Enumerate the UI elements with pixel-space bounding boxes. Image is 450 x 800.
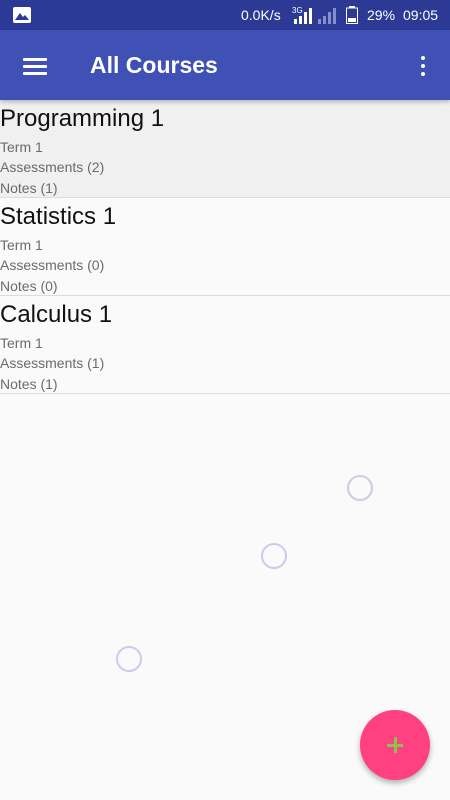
status-bar: 0.0K/s 3G 29% 09:05: [0, 0, 450, 30]
network-type: 3G: [292, 6, 303, 15]
course-list: Programming 1 Term 1 Assessments (2) Not…: [0, 100, 450, 394]
page-title: All Courses: [90, 52, 218, 78]
course-term: Term 1: [0, 335, 43, 351]
course-item[interactable]: Statistics 1 Term 1 Assessments (0) Note…: [0, 198, 450, 296]
course-notes: Notes (0): [0, 278, 58, 294]
course-notes: Notes (1): [0, 376, 58, 392]
battery-icon: [346, 6, 358, 24]
course-term: Term 1: [0, 237, 43, 253]
course-assessments: Assessments (2): [0, 159, 105, 175]
add-course-button[interactable]: [360, 710, 430, 780]
network-speed: 0.0K/s: [241, 7, 281, 23]
touch-indicator: [116, 646, 142, 672]
course-item[interactable]: Programming 1 Term 1 Assessments (2) Not…: [0, 100, 450, 198]
course-notes: Notes (1): [0, 180, 58, 196]
clock: 09:05: [403, 7, 439, 23]
touch-indicator: [347, 475, 373, 501]
course-name: Calculus 1: [0, 301, 113, 328]
course-item[interactable]: Calculus 1 Term 1 Assessments (1) Notes …: [0, 296, 450, 394]
hamburger-menu-icon[interactable]: [15, 46, 55, 86]
course-term: Term 1: [0, 139, 43, 155]
course-name: Statistics 1: [0, 203, 117, 230]
course-assessments: Assessments (1): [0, 355, 105, 371]
course-assessments: Assessments (0): [0, 257, 105, 273]
battery-percent: 29%: [367, 7, 396, 23]
gallery-icon: [13, 7, 31, 23]
app-bar: All Courses: [0, 30, 450, 100]
signal-icon: 3G: [292, 6, 336, 24]
course-name: Programming 1: [0, 105, 165, 132]
overflow-menu-icon[interactable]: [408, 46, 438, 86]
touch-indicator: [261, 543, 287, 569]
